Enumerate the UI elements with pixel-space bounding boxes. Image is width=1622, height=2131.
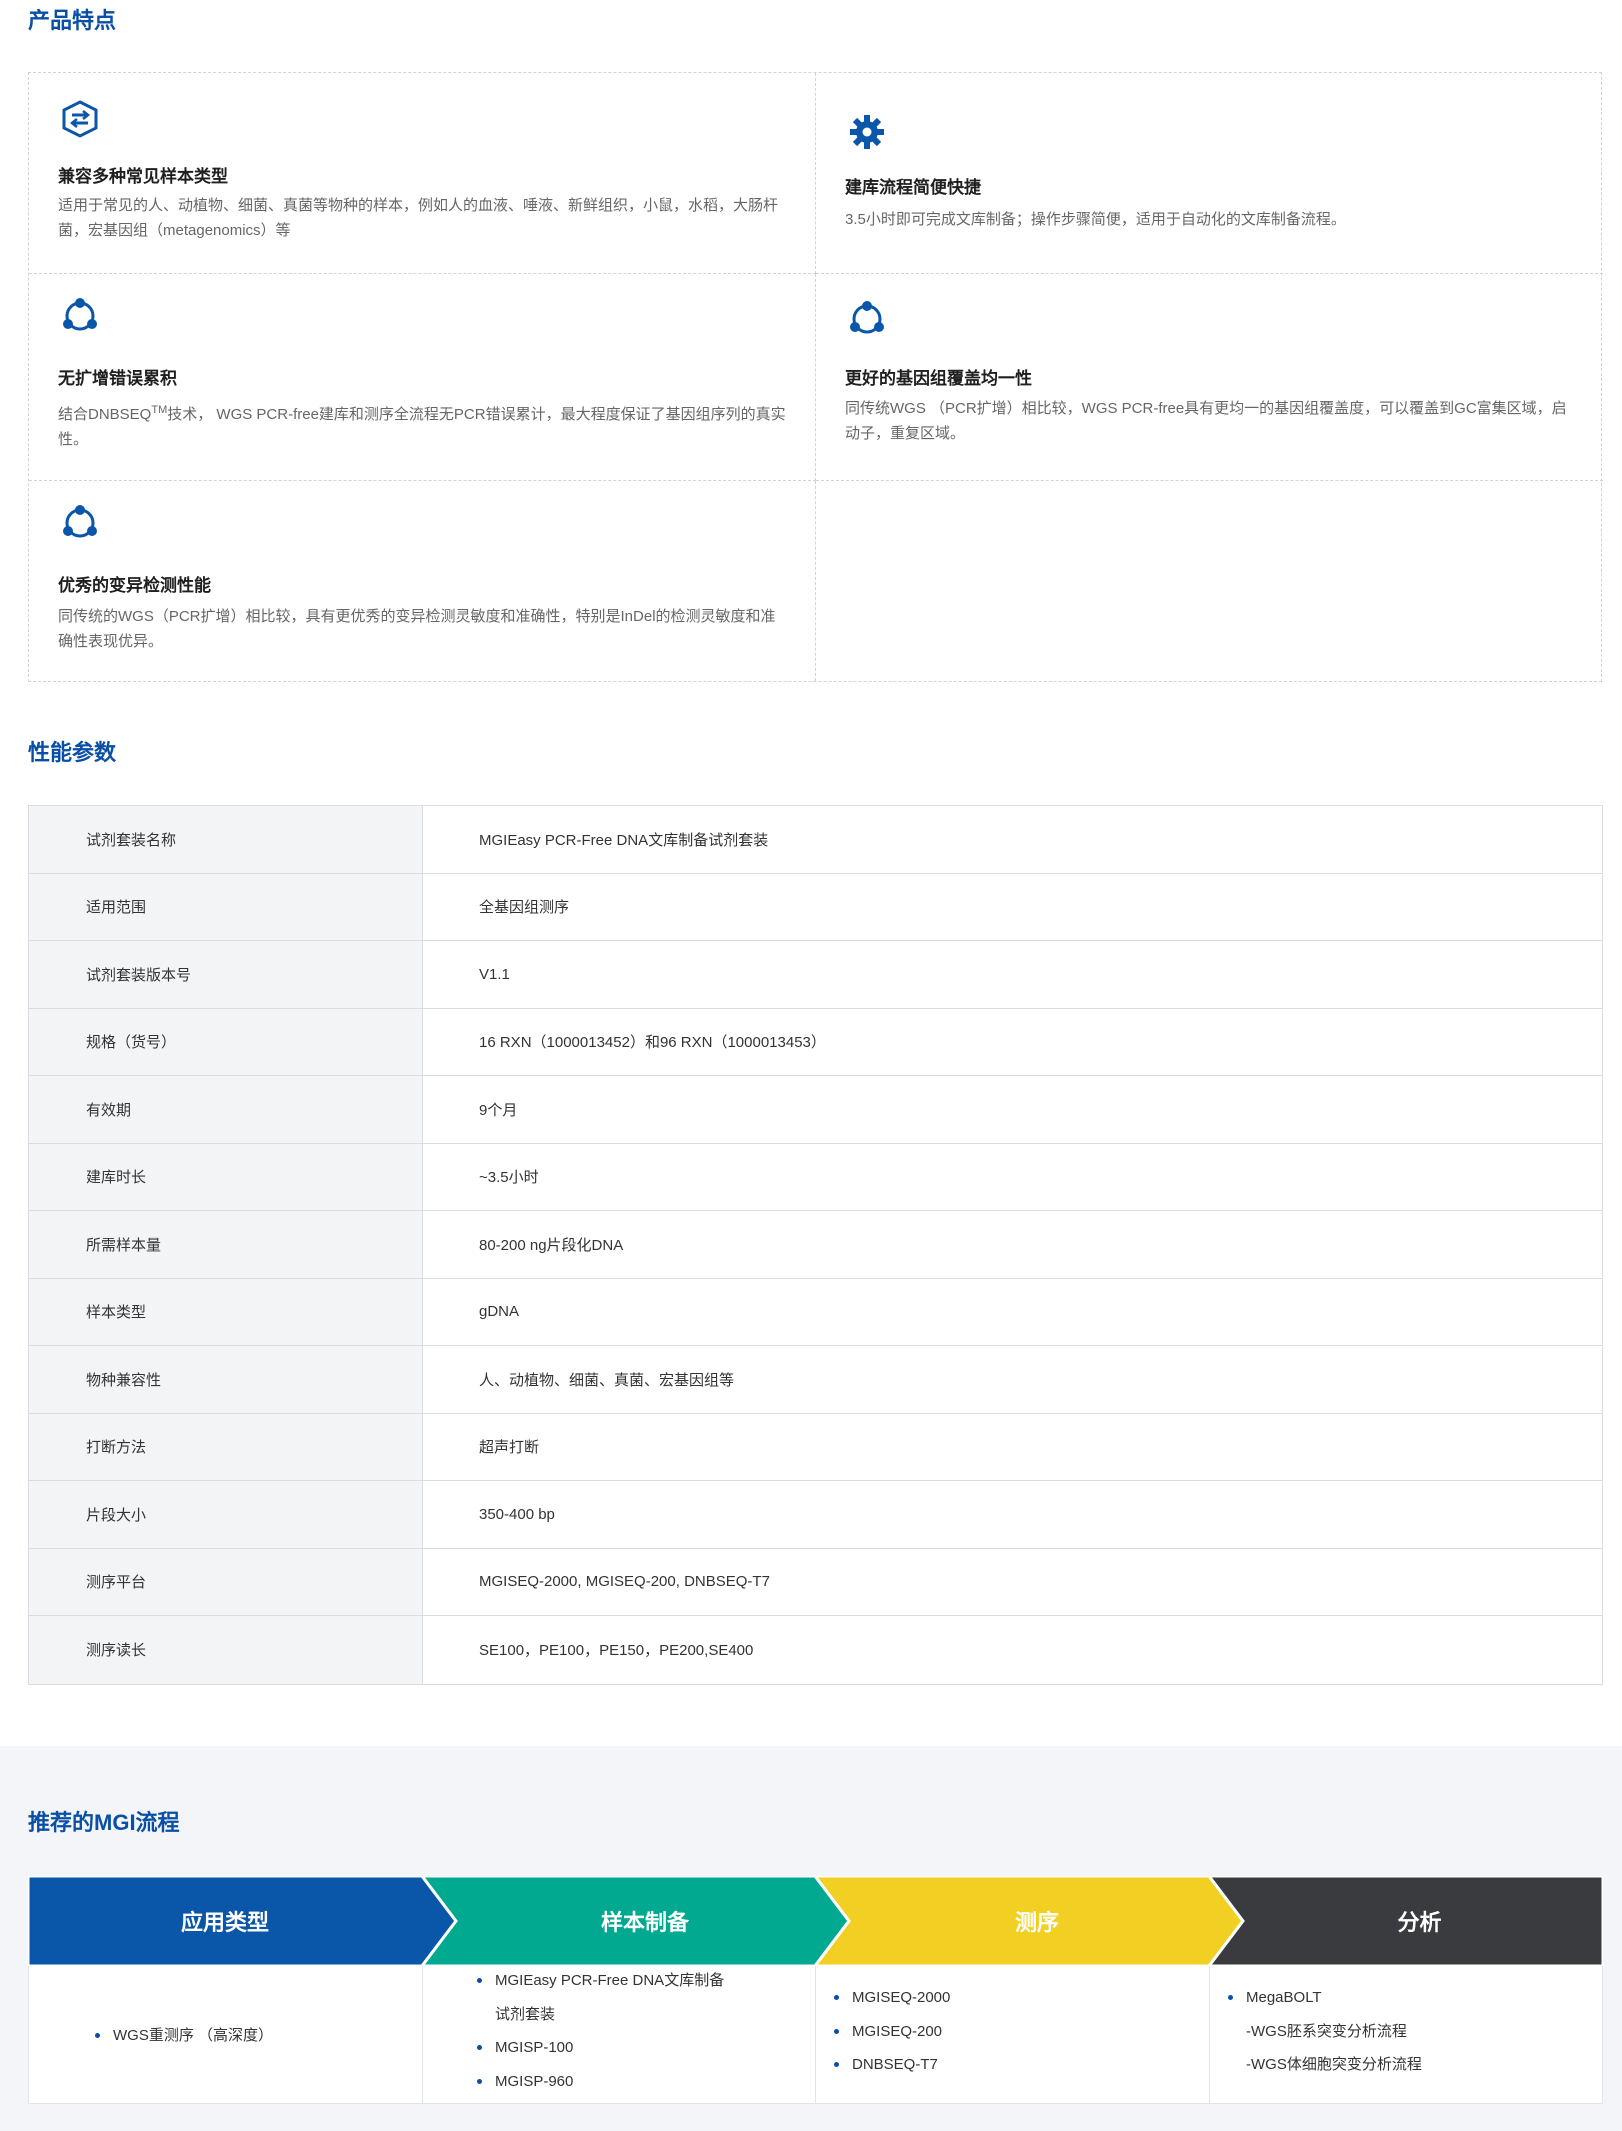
gear-icon [846,111,888,153]
spec-value: 9个月 [479,1101,518,1119]
spec-key: 打断方法 [29,1413,423,1480]
compatibility-icon [59,98,101,140]
list-item: MGISP-100 [477,2031,724,2065]
spec-value: 16 RXN（1000013452）和96 RXN（1000013453） [479,1034,826,1052]
table-row: 测序平台 MGISEQ-2000, MGISEQ-200, DNBSEQ-T7 [29,1548,1602,1616]
workflow-col-application: WGS重测序 （高深度） [29,1966,423,2104]
feature-card-fast-workflow: 建库流程简便快捷 3.5小时即可完成文库制备；操作步骤简便，适用于自动化的文库制… [816,73,1603,274]
list-item: -WGS胚系突变分析流程 [1246,2022,1407,2040]
list-item: MGIEasy PCR-Free DNA文库制备 [477,1964,724,1998]
workflow-col-sequencing: MGISEQ-2000 MGISEQ-200 DNBSEQ-T7 [816,1966,1210,2104]
table-row: 样本类型 gDNA [29,1278,1602,1346]
workflow-details: WGS重测序 （高深度） MGIEasy PCR-Free DNA文库制备 试剂… [28,1966,1603,2104]
table-row: 规格（货号） 16 RXN（1000013452）和96 RXN（10000134… [29,1008,1602,1076]
list-item: -WGS体细胞突变分析流程 [1246,2056,1422,2073]
features-grid: 兼容多种常见样本类型 适用于常见的人、动植物、细菌、真菌等物种的样本，例如人的血… [28,72,1603,682]
spec-value: 全基因组测序 [479,899,570,917]
table-row: 试剂套装版本号 V1.1 [29,941,1602,1009]
spec-value: 80-200 ng片段化DNA [479,1236,624,1254]
spec-value: 350-400 bp [479,1505,555,1523]
feature-card-coverage-uniformity: 更好的基因组覆盖均一性 同传统WGS （PCR扩增）相比较，WGS PCR-fr… [816,274,1603,481]
step-label-analysis: 分析 [1397,1910,1442,1935]
table-row: 打断方法 超声打断 [29,1413,1602,1481]
feature-title: 更好的基因组覆盖均一性 [845,369,1032,388]
spec-key: 测序平台 [29,1548,423,1615]
spec-value: 人、动植物、细菌、真菌、宏基因组等 [479,1371,735,1389]
list-item: DNBSEQ-T7 [834,2048,950,2082]
specs-section-title: 性能参数 [28,740,117,765]
spec-value: SE100，PE100，PE150，PE200,SE400 [479,1642,754,1660]
table-row: 测序读长 SE100，PE100，PE150，PE200,SE400 [29,1616,1602,1684]
table-row: 物种兼容性 人、动植物、细菌、真菌、宏基因组等 [29,1346,1602,1414]
spec-key: 所需样本量 [29,1211,423,1278]
spec-value: gDNA [479,1303,520,1321]
spec-key: 建库时长 [29,1143,423,1210]
list-item: MGISEQ-200 [834,2015,950,2049]
feature-desc: 结合DNBSEQTM技术， WGS PCR-free建库和测序全流程无PCR错误… [58,404,786,448]
page: 产品特点 兼容多种常见样本类型 适用于常见的人、动植物、细菌、真菌等物种的样本，… [0,0,1622,2131]
table-row: 适用范围 全基因组测序 [29,873,1602,941]
feature-card-no-amplification-error: 无扩增错误累积 结合DNBSEQTM技术， WGS PCR-free建库和测序全… [29,274,816,481]
features-section-title: 产品特点 [28,8,117,33]
feature-desc: 同传统WGS （PCR扩增）相比较，WGS PCR-free具有更均一的基因组覆… [845,400,1567,442]
spec-key: 试剂套装版本号 [29,941,423,1008]
table-row: 有效期 9个月 [29,1076,1602,1144]
spec-value: V1.1 [479,965,510,983]
feature-title: 建库流程简便快捷 [845,178,981,197]
feature-card-compatibility: 兼容多种常见样本类型 适用于常见的人、动植物、细菌、真菌等物种的样本，例如人的血… [29,73,816,274]
spec-value: MGIEasy PCR-Free DNA文库制备试剂套装 [479,831,769,849]
spec-value: MGISEQ-2000, MGISEQ-200, DNBSEQ-T7 [479,1573,770,1591]
table-row: 所需样本量 80-200 ng片段化DNA [29,1211,1602,1279]
workflow-col-sample-prep: MGIEasy PCR-Free DNA文库制备 试剂套装 MGISP-100 … [423,1966,816,2104]
spec-table: 试剂套装名称 MGIEasy PCR-Free DNA文库制备试剂套装 适用范围 全… [28,805,1603,1685]
list-item: MGISP-960 [477,2065,724,2099]
list-item: MGISEQ-2000 [834,1981,950,2015]
workflow-section-title: 推荐的MGI流程 [28,1810,180,1835]
spec-key: 试剂套装名称 [29,806,423,873]
feature-desc: 同传统的WGS（PCR扩增）相比较，具有更优秀的变异检测灵敏度和准确性，特别是I… [58,608,776,650]
cycle-icon [59,501,101,543]
workflow-steps: 应用类型 样本制备 测序 分析 [28,1876,1603,1966]
list-item: MegaBOLT [1228,1981,1422,2015]
cycle-icon [846,297,888,339]
spec-key: 适用范围 [29,873,423,940]
feature-desc: 适用于常见的人、动植物、细菌、真菌等物种的样本，例如人的血液、唾液、新鲜组织，小… [58,197,779,239]
spec-key: 规格（货号） [29,1008,423,1075]
step-label-application: 应用类型 [180,1910,269,1935]
feature-title: 优秀的变异检测性能 [58,576,211,595]
spec-key: 测序读长 [29,1616,423,1684]
list-item: 试剂套装 [495,2005,556,2023]
feature-title: 兼容多种常见样本类型 [58,167,228,186]
spec-key: 片段大小 [29,1481,423,1548]
step-label-sample-prep: 样本制备 [600,1910,689,1935]
table-row: 片段大小 350-400 bp [29,1481,1602,1549]
spec-key: 有效期 [29,1076,423,1143]
list-item: WGS重测序 （高深度） [95,2019,273,2053]
table-row: 建库时长 ~3.5小时 [29,1143,1602,1211]
spec-key: 物种兼容性 [29,1346,423,1413]
spec-value: 超声打断 [479,1439,540,1457]
feature-desc: 3.5小时即可完成文库制备；操作步骤简便，适用于自动化的文库制备流程。 [845,211,1346,228]
cycle-icon [59,294,101,336]
workflow-col-analysis: MegaBOLT -WGS胚系突变分析流程 -WGS体细胞突变分析流程 [1210,1966,1604,2104]
feature-title: 无扩增错误累积 [58,369,177,388]
step-label-sequencing: 测序 [1014,1910,1059,1935]
table-row: 试剂套装名称 MGIEasy PCR-Free DNA文库制备试剂套装 [29,806,1602,874]
feature-card-empty [816,481,1603,681]
spec-value: ~3.5小时 [479,1169,539,1187]
feature-card-variant-detection: 优秀的变异检测性能 同传统的WGS（PCR扩增）相比较，具有更优秀的变异检测灵敏… [29,481,816,681]
spec-key: 样本类型 [29,1278,423,1345]
